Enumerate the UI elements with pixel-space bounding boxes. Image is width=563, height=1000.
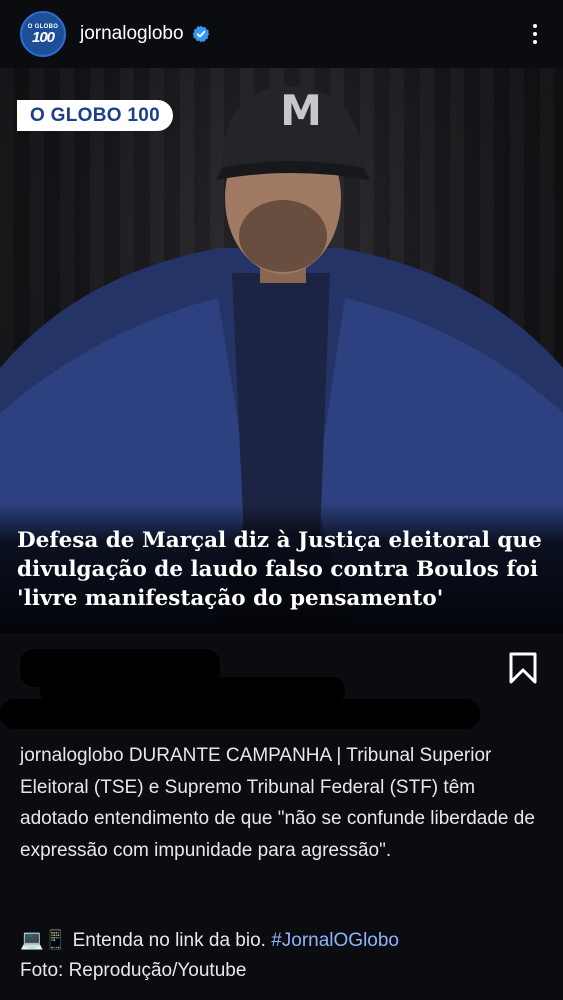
cap-logo: M <box>280 86 322 135</box>
action-bar <box>0 633 563 733</box>
photo-credit: Foto: Reprodução/Youtube <box>20 960 247 981</box>
post-caption: jornaloglobo DURANTE CAMPANHA | Tribunal… <box>20 740 545 866</box>
avatar-big-text: 100 <box>31 28 55 46</box>
laptop-phone-emoji: 💻📱 <box>20 930 68 951</box>
post-headline: Defesa de Marçal diz à Justiça eleitoral… <box>17 528 542 611</box>
hashtag-link[interactable]: #JornalOGlobo <box>271 930 399 951</box>
bookmark-icon[interactable] <box>508 651 538 685</box>
bio-line: 💻📱 Entenda no link da bio. #JornalOGlobo <box>20 928 399 952</box>
verified-badge-icon <box>192 25 209 43</box>
post-image[interactable]: O GLOBO 100 M Defesa de Marçal diz à Jus… <box>0 68 563 633</box>
caption-username[interactable]: jornaloglobo <box>20 745 124 766</box>
more-options-icon[interactable] <box>523 19 547 49</box>
profile-avatar[interactable]: O GLOBO 100 <box>20 11 66 57</box>
username[interactable]: jornaloglobo <box>80 23 184 45</box>
redacted-area <box>0 699 480 729</box>
brand-badge: O GLOBO 100 <box>17 100 173 131</box>
bio-link-text: Entenda no link da bio. <box>72 930 266 951</box>
post-header: O GLOBO 100 jornaloglobo <box>0 0 563 68</box>
